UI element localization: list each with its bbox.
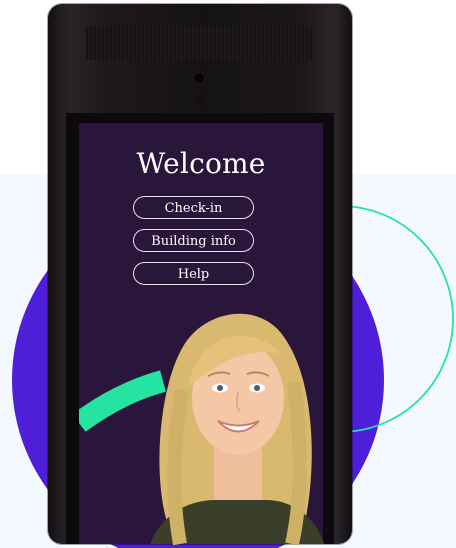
hero-illustration: Welcome Check-in Building info Help — [0, 0, 456, 548]
person-photo — [150, 313, 324, 546]
